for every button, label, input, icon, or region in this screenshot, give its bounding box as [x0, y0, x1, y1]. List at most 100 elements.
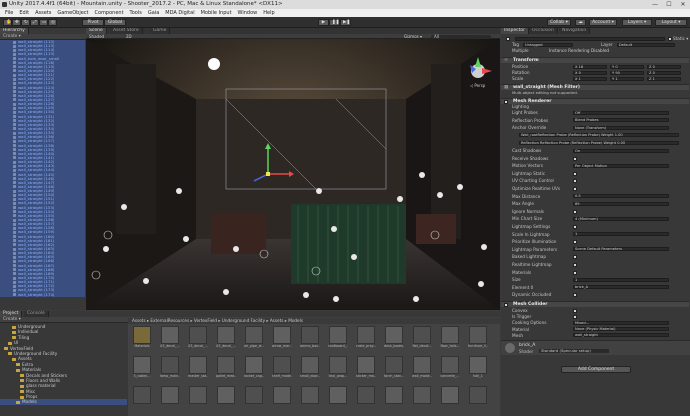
inspector-field-value[interactable]: Per Object Motion [573, 163, 669, 168]
asset-item[interactable] [188, 386, 208, 412]
transform-x-field[interactable]: X 1 [573, 76, 607, 81]
transform-z-field[interactable]: Z 1 [647, 76, 681, 81]
account-dropdown[interactable]: Account ▾ [589, 19, 617, 26]
transform-y-field[interactable]: Y 0 [610, 64, 644, 69]
asset-item[interactable]: ammo_box... [300, 326, 320, 352]
asset-item[interactable] [244, 386, 264, 412]
tab-occlusion[interactable]: Occlusion [529, 28, 558, 34]
asset-item[interactable]: torch_stan... [384, 356, 404, 382]
transform-y-field[interactable]: Y 90 [610, 70, 644, 75]
asset-item[interactable] [132, 386, 152, 412]
gameobject-name-field[interactable] [515, 36, 665, 41]
asset-item[interactable] [412, 386, 432, 412]
inspector-field-value[interactable]: brick_A [573, 285, 669, 290]
asset-item[interactable] [272, 386, 292, 412]
menu-file[interactable]: File [2, 9, 16, 17]
asset-item[interactable]: wall_mode... [412, 356, 432, 382]
asset-item[interactable]: trial_prop... [328, 356, 348, 382]
inspector-field-value[interactable]: 0.5 [573, 194, 669, 199]
inspector-field-value[interactable]: 1 [573, 277, 669, 282]
transform-tool-icon[interactable]: ◎ [48, 19, 57, 26]
inspector-field-checkbox[interactable] [573, 270, 577, 275]
inspector-field-checkbox[interactable] [573, 315, 577, 320]
inspector-field-checkbox[interactable] [573, 209, 577, 214]
inspector-field-value[interactable]: None (Transform) [573, 125, 669, 130]
project-create-button[interactable]: Create ▾ [3, 317, 21, 322]
asset-item[interactable]: air_pipe_st... [244, 326, 264, 352]
inspector-field-value[interactable]: Scene Default Parameters [573, 247, 669, 252]
scene-viewport[interactable]: ◁ Persp [86, 39, 500, 310]
hierarchy-item[interactable]: wall_straight (174) [0, 292, 85, 297]
shader-dropdown[interactable]: Standard (Specular setup) [539, 348, 609, 353]
asset-item[interactable]: small_door... [300, 356, 320, 382]
pause-button[interactable]: ❚❚ [329, 19, 340, 26]
inspector-field-value[interactable]: 1 [573, 232, 669, 237]
inspector-field-value[interactable]: None (Physic Material) [573, 327, 669, 332]
mesh-collider-enabled-checkbox[interactable] [504, 303, 508, 307]
asset-item[interactable] [216, 386, 236, 412]
rect-tool-icon[interactable]: ▭ [39, 19, 48, 26]
asset-item[interactable] [356, 386, 376, 412]
scene-search-input[interactable]: All [431, 34, 491, 39]
inspector-field-checkbox[interactable] [573, 263, 577, 267]
scale-tool-icon[interactable]: ⤢ [30, 19, 39, 26]
asset-item[interactable] [160, 386, 180, 412]
active-checkbox[interactable] [506, 37, 510, 41]
inspector-field-checkbox[interactable] [573, 309, 577, 313]
inspector-field-checkbox[interactable] [573, 156, 577, 161]
inspector-field-checkbox[interactable] [573, 225, 577, 229]
transform-x-field[interactable]: X 0 [573, 70, 607, 75]
inspector-field-checkbox[interactable] [573, 187, 577, 191]
asset-item[interactable]: 3_cable(... [132, 356, 152, 382]
inspector-field-value[interactable]: Mixed... [573, 320, 669, 325]
asset-item[interactable]: pallet_med... [216, 356, 236, 382]
inspector-field-value[interactable]: 4 (Minimum) [573, 216, 669, 221]
add-component-button[interactable]: Add Component [561, 366, 631, 373]
asset-item[interactable]: 03_decal_... [216, 326, 236, 352]
menu-gameobject[interactable]: GameObject [54, 9, 91, 17]
static-checkbox[interactable] [668, 37, 672, 41]
inspector-field-checkbox[interactable] [573, 240, 577, 245]
rotate-tool-icon[interactable]: ↻ [21, 19, 30, 26]
menu-mda-digital[interactable]: MDA Digital [162, 9, 197, 17]
asset-item[interactable]: desk_books... [384, 326, 404, 352]
close-button[interactable]: ✕ [676, 0, 690, 9]
asset-item[interactable]: arrow_mar... [272, 326, 292, 352]
pivot-toggle[interactable]: Pivot [82, 19, 104, 26]
inspector-field-checkbox[interactable] [573, 179, 577, 184]
menu-component[interactable]: Component [92, 9, 127, 17]
inspector-field-checkbox[interactable] [573, 293, 577, 298]
menu-gaia[interactable]: Gaia [145, 9, 162, 17]
asset-item[interactable]: crate_pray... [356, 326, 376, 352]
inspector-field-checkbox[interactable] [573, 171, 577, 176]
menu-edit[interactable]: Edit [16, 9, 32, 17]
asset-item[interactable]: 03_decal_... [160, 326, 180, 352]
hand-tool-icon[interactable]: ✋ [3, 19, 12, 26]
inspector-field-value[interactable]: Reflection Reflection Probe (Reflection … [519, 140, 679, 145]
menu-window[interactable]: Window [235, 9, 261, 17]
transform-y-field[interactable]: Y 1 [610, 76, 644, 81]
menu-tools[interactable]: Tools [127, 9, 145, 17]
inspector-field-value[interactable]: Wall_rootReflection Probe (Reflection Pr… [519, 133, 679, 138]
asset-item[interactable]: lamp_main... [160, 356, 180, 382]
maximize-button[interactable]: ☐ [662, 0, 676, 9]
layer-dropdown[interactable]: Default [617, 42, 675, 47]
transform-z-field[interactable]: Z 0 [647, 70, 681, 75]
asset-item[interactable]: shelf_mode... [272, 356, 292, 382]
inspector-field-value[interactable]: Blend Probes [573, 118, 669, 123]
asset-item[interactable]: hall_1 [468, 356, 488, 382]
project-folder-item[interactable]: Models [0, 399, 127, 405]
asset-item[interactable]: master_sta... [188, 356, 208, 382]
menu-mobile-input[interactable]: Mobile Input [198, 9, 235, 17]
mesh-collider-header[interactable]: Mesh Collider [501, 301, 689, 307]
asset-item[interactable] [328, 386, 348, 412]
asset-item[interactable]: rocket_cag... [244, 356, 264, 382]
step-button[interactable]: ▶❚ [340, 19, 351, 26]
menu-assets[interactable]: Assets [32, 9, 54, 17]
asset-item[interactable] [300, 386, 320, 412]
transform-z-field[interactable]: Z 0 [647, 64, 681, 69]
asset-item[interactable] [384, 386, 404, 412]
tag-dropdown[interactable]: Untagged [523, 42, 573, 47]
asset-item[interactable]: cardboard_... [328, 326, 348, 352]
asset-item[interactable] [440, 386, 460, 412]
